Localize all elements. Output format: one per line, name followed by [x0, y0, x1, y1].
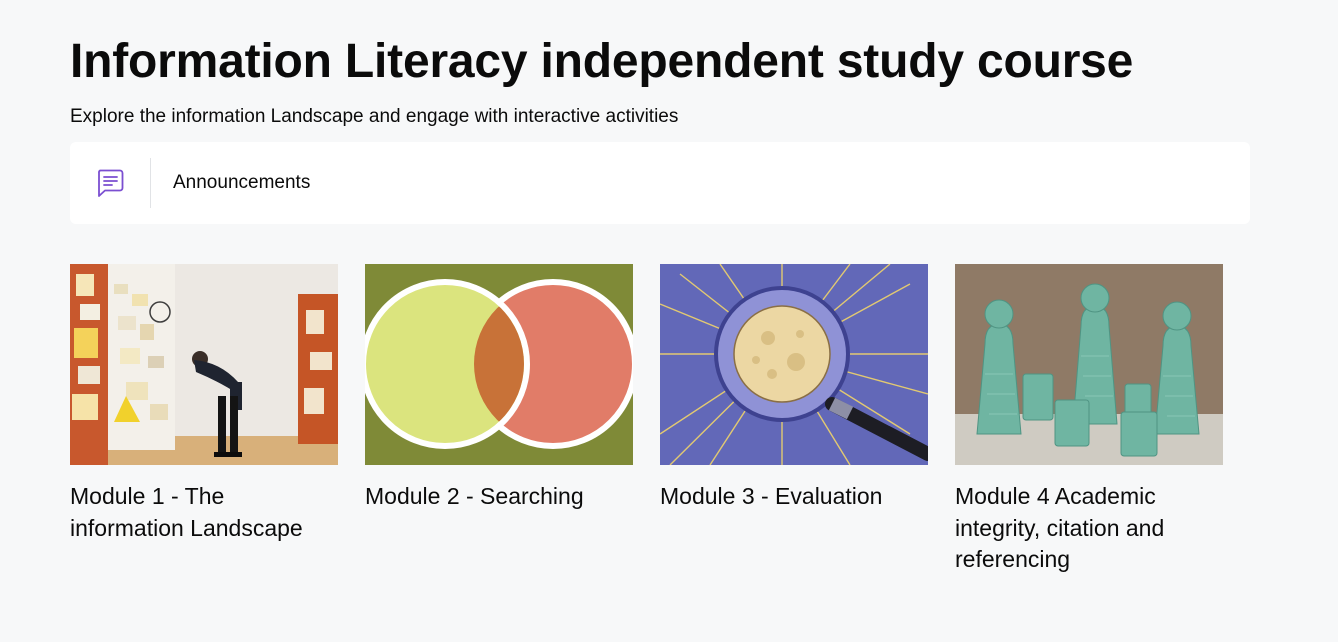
module-3-image[interactable] [660, 264, 928, 465]
module-2-image[interactable] [365, 264, 633, 465]
announcements-label: Announcements [173, 172, 311, 193]
module-4-image[interactable] [955, 264, 1223, 465]
module-4-title[interactable]: Module 4 Academic integrity, citation an… [955, 481, 1223, 576]
module-card-2[interactable]: Module 2 - Searching [365, 264, 633, 513]
announcements-icon-container [70, 158, 151, 208]
page-title: Information Literacy independent study c… [70, 35, 1134, 88]
module-card-4[interactable]: Module 4 Academic integrity, citation an… [955, 264, 1223, 576]
announcements-link[interactable]: Announcements [70, 142, 1250, 224]
module-card-1[interactable]: Module 1 - The information Landscape [70, 264, 338, 544]
page-subtitle: Explore the information Landscape and en… [70, 106, 679, 127]
module-1-image[interactable] [70, 264, 338, 465]
module-3-title[interactable]: Module 3 - Evaluation [660, 481, 928, 513]
module-2-title[interactable]: Module 2 - Searching [365, 481, 633, 513]
chat-bubble-icon [98, 169, 124, 197]
module-card-3[interactable]: Module 3 - Evaluation [660, 264, 928, 513]
module-1-title[interactable]: Module 1 - The information Landscape [70, 481, 338, 544]
